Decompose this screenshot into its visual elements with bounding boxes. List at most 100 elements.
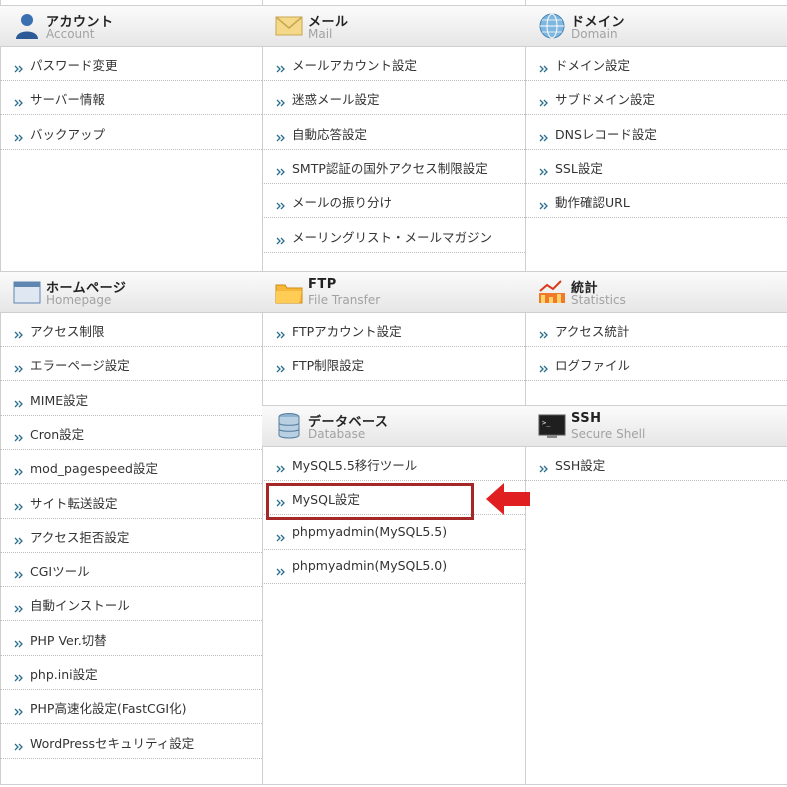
- double-chevron-right-icon: [276, 325, 288, 339]
- menu-item-homepage[interactable]: Cron設定: [0, 415, 262, 450]
- double-chevron-right-icon: [14, 531, 26, 545]
- double-chevron-right-icon: [276, 528, 288, 542]
- menu-item-homepage[interactable]: WordPressセキュリティ設定: [0, 724, 262, 759]
- double-chevron-right-icon: [14, 462, 26, 476]
- menu-item-label: MIME設定: [30, 392, 89, 408]
- section-header-ftp: FTP File Transfer: [262, 271, 525, 313]
- menu-item-label: サイト転送設定: [30, 495, 118, 511]
- menu-item-mail[interactable]: 迷惑メール設定: [262, 80, 525, 116]
- mysql-settings-highlight: [266, 483, 474, 520]
- menu-item-mail[interactable]: メールの振り分け: [262, 183, 525, 219]
- double-chevron-right-icon: [14, 565, 26, 579]
- section-header-mail: メール Mail: [262, 5, 525, 47]
- menu-item-label: SMTP認証の国外アクセス制限設定: [292, 160, 488, 176]
- double-chevron-right-icon: [276, 196, 288, 210]
- menu-item-homepage[interactable]: MIME設定: [0, 381, 262, 416]
- menu-item-domain[interactable]: ドメイン設定: [525, 46, 787, 81]
- double-chevron-right-icon: [14, 428, 26, 442]
- menu-item-homepage[interactable]: PHP Ver.切替: [0, 621, 262, 656]
- double-chevron-right-icon: [276, 162, 288, 176]
- double-chevron-right-icon: [14, 93, 26, 107]
- user-icon: [12, 11, 42, 41]
- menu-item-label: phpmyadmin(MySQL5.0): [292, 557, 448, 573]
- menu-item-mail[interactable]: メーリングリスト・メールマガジン: [262, 218, 525, 253]
- double-chevron-right-icon: [14, 737, 26, 751]
- menu-item-ftp[interactable]: FTP制限設定: [262, 346, 525, 382]
- menu-item-homepage[interactable]: 自動インストール: [0, 586, 262, 622]
- menu-item-ssh[interactable]: SSH設定: [525, 446, 787, 481]
- menu-item-domain[interactable]: DNSレコード設定: [525, 115, 787, 150]
- menu-item-label: サーバー情報: [30, 92, 105, 108]
- menu-item-account[interactable]: バックアップ: [0, 115, 262, 150]
- menu-item-label: SSH設定: [555, 458, 606, 473]
- menu-item-mail[interactable]: SMTP認証の国外アクセス制限設定: [262, 149, 525, 184]
- double-chevron-right-icon: [14, 668, 26, 682]
- double-chevron-right-icon: [539, 59, 551, 73]
- section-subtitle: Secure Shell: [571, 427, 646, 441]
- menu-item-label: メールの振り分け: [292, 195, 393, 211]
- menu-item-label: パスワード変更: [30, 58, 118, 73]
- section-header-domain: ドメイン Domain: [525, 5, 787, 47]
- double-chevron-right-icon: [276, 231, 288, 244]
- double-chevron-right-icon: [539, 162, 551, 176]
- menu-item-domain[interactable]: 動作確認URL: [525, 183, 787, 219]
- double-chevron-right-icon: [276, 93, 288, 107]
- section-subtitle: Account: [46, 27, 95, 41]
- chart-icon: [537, 277, 567, 307]
- menu-item-label: PHP高速化設定(FastCGI化): [30, 701, 187, 717]
- section-title: FTP: [308, 277, 337, 292]
- globe-icon: [537, 11, 567, 41]
- menu-item-ftp[interactable]: FTPアカウント設定: [262, 312, 525, 347]
- menu-item-homepage[interactable]: PHP高速化設定(FastCGI化): [0, 689, 262, 725]
- menu-item-stats[interactable]: ログファイル: [525, 346, 787, 382]
- section-subtitle: Mail: [308, 27, 333, 41]
- red-arrow-icon: [486, 483, 530, 515]
- svg-text:>_: >_: [542, 419, 551, 427]
- section-header-homepage: ホームページ Homepage: [0, 271, 262, 313]
- menu-item-account[interactable]: パスワード変更: [0, 46, 262, 81]
- menu-item-stats[interactable]: アクセス統計: [525, 312, 787, 347]
- menu-item-label: php.ini設定: [30, 667, 98, 682]
- menu-item-label: FTPアカウント設定: [292, 324, 402, 339]
- double-chevron-right-icon: [14, 702, 26, 716]
- menu-item-homepage[interactable]: アクセス制限: [0, 312, 262, 347]
- double-chevron-right-icon: [539, 128, 551, 142]
- double-chevron-right-icon: [14, 497, 26, 510]
- menu-item-domain[interactable]: SSL設定: [525, 149, 787, 184]
- menu-item-homepage[interactable]: CGIツール: [0, 552, 262, 588]
- menu-item-database[interactable]: phpmyadmin(MySQL5.0): [262, 549, 525, 584]
- menu-item-mail[interactable]: メールアカウント設定: [262, 46, 525, 81]
- menu-item-domain[interactable]: サブドメイン設定: [525, 80, 787, 116]
- menu-item-label: DNSレコード設定: [555, 126, 657, 142]
- menu-item-homepage[interactable]: php.ini設定: [0, 655, 262, 690]
- section-subtitle: Homepage: [46, 293, 112, 307]
- window-icon: [12, 277, 42, 307]
- menu-item-account[interactable]: サーバー情報: [0, 80, 262, 116]
- menu-item-label: CGIツール: [30, 564, 90, 580]
- section-subtitle: Statistics: [571, 293, 626, 307]
- double-chevron-right-icon: [276, 459, 288, 473]
- menu-item-label: 迷惑メール設定: [292, 92, 380, 108]
- menu-item-homepage[interactable]: mod_pagespeed設定: [0, 449, 262, 485]
- menu-item-homepage[interactable]: エラーページ設定: [0, 346, 262, 382]
- menu-item-database[interactable]: MySQL5.5移行ツール: [262, 446, 525, 481]
- menu-item-label: エラーページ設定: [30, 358, 130, 374]
- menu-item-label: 自動インストール: [30, 598, 130, 614]
- section-header-ssh: >_ SSH Secure Shell: [525, 405, 787, 447]
- section-subtitle: Domain: [571, 27, 618, 41]
- section-subtitle: File Transfer: [308, 293, 381, 307]
- double-chevron-right-icon: [276, 128, 288, 142]
- menu-item-homepage[interactable]: アクセス拒否設定: [0, 518, 262, 553]
- double-chevron-right-icon: [14, 394, 26, 408]
- menu-item-label: アクセス拒否設定: [30, 529, 130, 545]
- menu-item-label: メーリングリスト・メールマガジン: [292, 229, 493, 245]
- menu-item-homepage[interactable]: サイト転送設定: [0, 484, 262, 519]
- terminal-icon: >_: [537, 411, 567, 441]
- double-chevron-right-icon: [14, 599, 26, 613]
- menu-item-label: メールアカウント設定: [292, 58, 418, 73]
- menu-item-mail[interactable]: 自動応答設定: [262, 115, 525, 150]
- double-chevron-right-icon: [14, 359, 26, 373]
- section-header-stats: 統計 Statistics: [525, 271, 787, 313]
- mail-icon: [274, 11, 304, 41]
- section-subtitle: Database: [308, 427, 366, 441]
